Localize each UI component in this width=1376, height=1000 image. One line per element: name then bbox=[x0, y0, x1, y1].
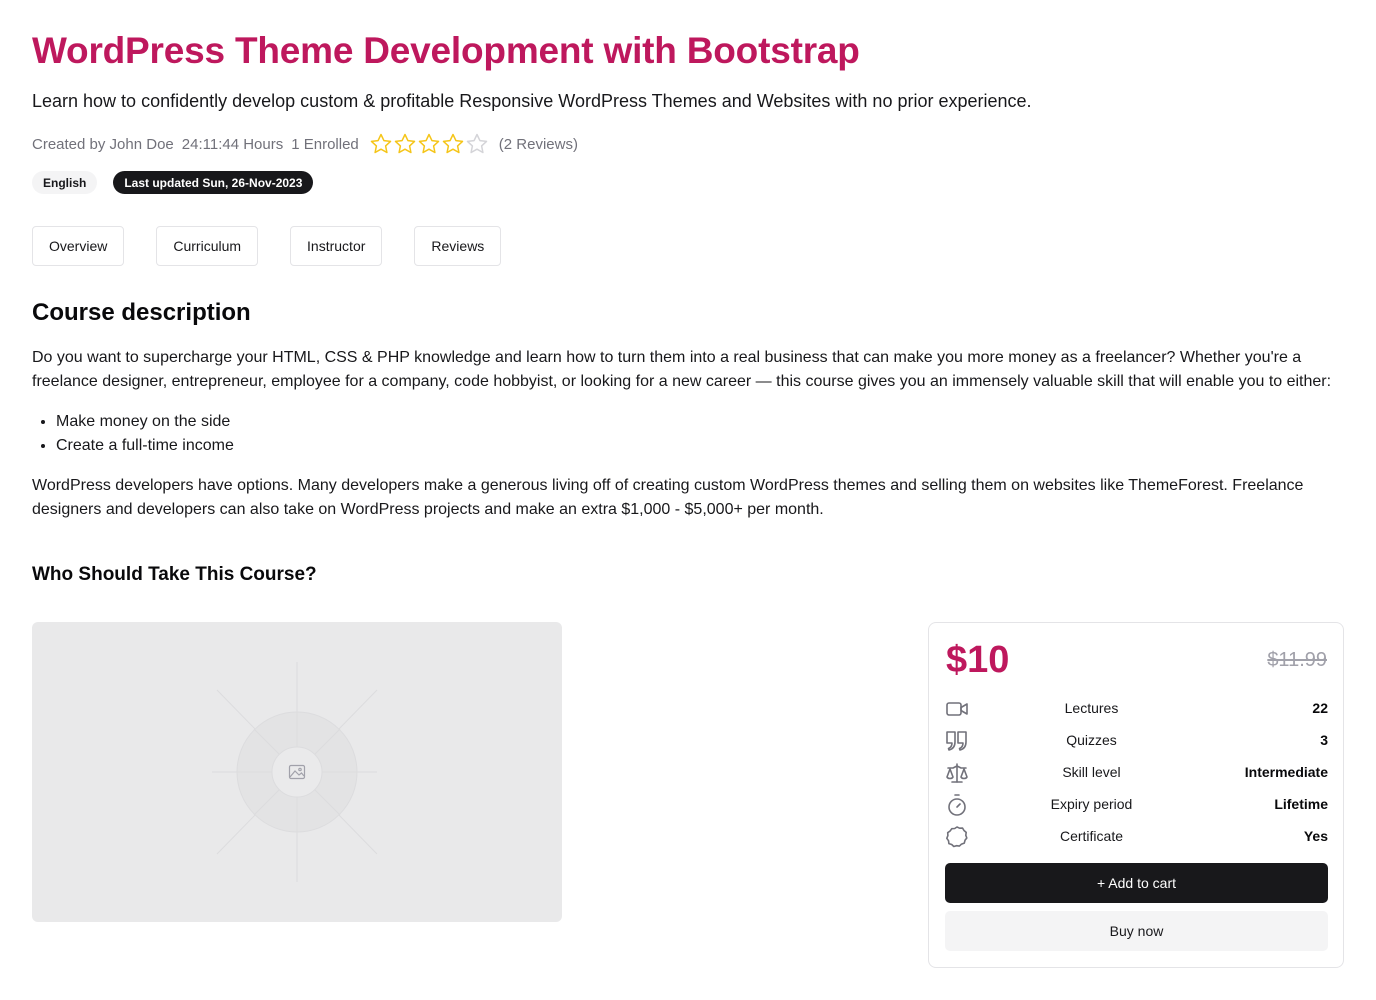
language-badge: English bbox=[32, 171, 98, 194]
add-to-cart-button[interactable]: + Add to cart bbox=[945, 863, 1328, 903]
star-filled-icon bbox=[418, 133, 440, 154]
stat-skill-level: Skill level Intermediate bbox=[945, 757, 1328, 789]
course-subtitle: Learn how to confidently develop custom … bbox=[32, 91, 1032, 111]
stat-label: Expiry period bbox=[1050, 796, 1133, 812]
course-description: Do you want to supercharge your HTML, CS… bbox=[32, 346, 1342, 538]
who-should-take-heading: Who Should Take This Course? bbox=[32, 564, 317, 585]
quote-icon bbox=[946, 731, 967, 751]
star-filled-icon bbox=[394, 133, 416, 154]
stat-value: 3 bbox=[1320, 732, 1328, 748]
review-count: (2 Reviews) bbox=[498, 135, 578, 153]
course-description-heading: Course description bbox=[32, 299, 251, 326]
video-icon bbox=[946, 702, 968, 716]
stat-expiry-period: Expiry period Lifetime bbox=[945, 789, 1328, 821]
last-updated-badge: Last updated Sun, 26-Nov-2023 bbox=[113, 171, 314, 194]
stat-value: 22 bbox=[1312, 700, 1328, 716]
star-empty-icon bbox=[466, 133, 488, 154]
tab-overview[interactable]: Overview bbox=[32, 226, 125, 266]
badge-icon bbox=[946, 826, 968, 848]
course-thumbnail-placeholder bbox=[32, 622, 562, 922]
course-title: WordPress Theme Development with Bootstr… bbox=[32, 30, 860, 71]
stat-lectures: Lectures 22 bbox=[945, 693, 1328, 725]
rating-stars bbox=[369, 132, 489, 156]
stat-label: Lectures bbox=[1064, 700, 1119, 716]
course-tabs: Overview Curriculum Instructor Reviews bbox=[32, 226, 533, 266]
stat-label: Quizzes bbox=[1066, 732, 1117, 748]
timer-icon bbox=[948, 794, 966, 816]
stat-value: Lifetime bbox=[1274, 796, 1328, 812]
buy-now-button[interactable]: Buy now bbox=[945, 911, 1328, 951]
benefit-list: Make money on the side Create a full-tim… bbox=[56, 410, 1342, 458]
pricing-card: $10 $11.99 Lectures 22 Quizzes 3 Skill l… bbox=[928, 622, 1344, 968]
tab-curriculum[interactable]: Curriculum bbox=[156, 226, 259, 266]
stat-value: Yes bbox=[1303, 828, 1328, 844]
course-badges: English Last updated Sun, 26-Nov-2023 bbox=[32, 171, 314, 194]
course-duration: 24:11:44 Hours bbox=[181, 135, 284, 153]
course-stats: Lectures 22 Quizzes 3 Skill level Interm… bbox=[945, 693, 1328, 853]
enrolled-count: 1 Enrolled bbox=[291, 135, 359, 153]
tab-reviews[interactable]: Reviews bbox=[414, 226, 502, 266]
current-price: $10 bbox=[946, 639, 1010, 681]
instructor-name: Created by John Doe bbox=[32, 135, 174, 153]
scale-icon bbox=[946, 763, 968, 783]
original-price: $11.99 bbox=[1267, 649, 1327, 671]
list-item: Create a full-time income bbox=[56, 434, 1342, 458]
stat-certificate: Certificate Yes bbox=[945, 821, 1328, 853]
stat-label: Certificate bbox=[1059, 828, 1124, 844]
star-filled-icon bbox=[370, 133, 392, 154]
tab-instructor[interactable]: Instructor bbox=[290, 226, 383, 266]
stat-quizzes: Quizzes 3 bbox=[945, 725, 1328, 757]
star-filled-icon bbox=[442, 133, 464, 154]
stat-label: Skill level bbox=[1062, 764, 1121, 780]
course-meta: Created by John Doe 24:11:44 Hours 1 Enr… bbox=[32, 132, 578, 156]
image-placeholder-icon bbox=[212, 662, 378, 882]
list-item: Make money on the side bbox=[56, 410, 1342, 434]
stat-value: Intermediate bbox=[1244, 764, 1328, 780]
description-paragraph: Do you want to supercharge your HTML, CS… bbox=[32, 349, 1332, 390]
description-paragraph: WordPress developers have options. Many … bbox=[32, 477, 1304, 518]
